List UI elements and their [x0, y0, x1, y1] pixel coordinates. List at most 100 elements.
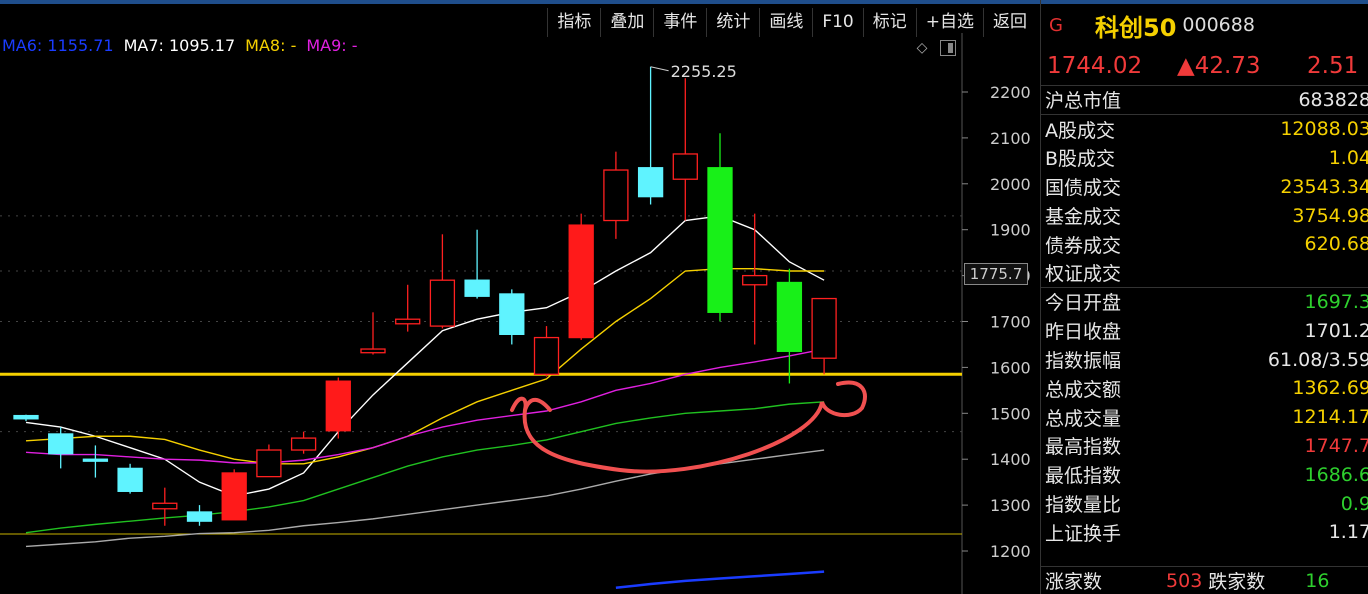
candle-body — [256, 449, 282, 478]
y-tick-label: 1900 — [990, 221, 1031, 240]
stat-row: 最低指数 1686.6 — [1041, 460, 1368, 489]
ma-line-white-short — [25, 215, 825, 497]
y-tick-label: 1200 — [990, 542, 1031, 561]
y-tick-label: 1400 — [990, 450, 1031, 469]
market-marker: G — [1049, 14, 1063, 36]
up-count-label: 涨家数 — [1045, 571, 1103, 593]
stat-label: 总成交量 — [1045, 407, 1122, 430]
candle-body — [603, 169, 629, 222]
kline-chart-area[interactable]: 1200130014001500160017001800190020002100… — [0, 0, 1040, 594]
y-tick-label: 1500 — [990, 404, 1031, 423]
stat-row: 总成交量 1214.17 — [1041, 403, 1368, 432]
index-code: 000688 — [1182, 14, 1255, 36]
candle-body — [499, 293, 525, 336]
candle-body — [186, 511, 213, 522]
chart-topbar: 指标 叠加 事件 统计 画线 F10 标记 +自选 返回 — [0, 0, 1040, 37]
toolbar-button[interactable]: 指标 — [547, 8, 600, 37]
toolbar-button[interactable]: F10 — [812, 8, 862, 37]
stat-row: 权证成交 — [1041, 259, 1368, 288]
candle-body — [48, 433, 74, 455]
stat-label: 指数量比 — [1045, 494, 1122, 517]
diamond-icon[interactable]: ◇ — [914, 40, 930, 56]
stat-row: B股成交 1.04 — [1041, 144, 1368, 173]
stat-value: 1701.2 — [1304, 319, 1368, 342]
candle-body — [82, 458, 109, 462]
index-price: 1744.02 — [1047, 52, 1143, 79]
candle-body — [464, 279, 490, 297]
stat-label: A股成交 — [1045, 119, 1115, 142]
candle-body — [13, 414, 39, 420]
candle-body — [152, 502, 178, 510]
y-tick-label: 2200 — [990, 83, 1031, 102]
index-change: ▲42.73 — [1177, 52, 1261, 79]
toolbar-button[interactable]: 事件 — [653, 8, 706, 37]
down-count-label: 跌家数 — [1208, 571, 1266, 593]
ma-line-blue — [615, 570, 825, 589]
candle-body — [811, 297, 837, 359]
stat-row: A股成交 12088.03 — [1041, 115, 1368, 144]
toolbar-button[interactable]: 统计 — [706, 8, 759, 37]
candle-body — [776, 281, 803, 352]
candle-body — [290, 437, 317, 451]
y-tick-label: 1300 — [990, 496, 1031, 515]
stat-row: 昨日收盘 1701.2 — [1041, 316, 1368, 345]
stats-list: 沪总市值 683828 A股成交 12088.03 B股成交 1.04 国债成交 23543.… — [1041, 86, 1368, 547]
market-breadth: 涨家数 503 跌家数 16 — [1041, 566, 1368, 594]
stat-label: 总成交额 — [1045, 378, 1122, 401]
toolbar-button[interactable]: 叠加 — [600, 8, 653, 37]
peak-arrow — [650, 66, 669, 72]
stat-value: 23543.34 — [1280, 175, 1368, 198]
stat-row: 基金成交 3754.98 — [1041, 201, 1368, 230]
hand-drawn-annotation — [510, 380, 867, 474]
ma-line-magenta — [25, 348, 825, 464]
kline-chart[interactable]: 1200130014001500160017001800190020002100… — [0, 0, 1040, 594]
index-change-pct: 2.51 — [1307, 52, 1359, 79]
ma-legend-item: MA9: - — [306, 36, 358, 55]
stat-value: 1.17 — [1328, 521, 1368, 544]
stat-row: 总成交额 1362.69 — [1041, 374, 1368, 403]
y-tick-label: 1600 — [990, 358, 1031, 377]
candle-body — [742, 274, 768, 286]
current-price-tag: 1775.7 — [964, 263, 1028, 285]
candle-body — [533, 336, 560, 375]
stat-label: 最低指数 — [1045, 465, 1122, 488]
stat-row: 指数量比 0.9 — [1041, 489, 1368, 518]
quote-row: 1744.02 ▲42.73 2.51 — [1041, 46, 1368, 86]
stat-label: 债券成交 — [1045, 234, 1122, 257]
peak-label: 2255.25 — [671, 62, 737, 81]
candle-body — [637, 167, 664, 198]
stat-label: B股成交 — [1045, 148, 1116, 171]
panel-toggle-icon[interactable] — [940, 40, 956, 56]
down-count-value: 16 — [1305, 569, 1330, 592]
y-tick-label: 1700 — [990, 313, 1031, 332]
toolbar-button[interactable]: 返回 — [983, 8, 1036, 37]
quote-panel: G 科创50 000688 1744.02 ▲42.73 2.51 沪总市值 68… — [1040, 0, 1368, 594]
stat-value: 0.9 — [1340, 492, 1368, 515]
stat-row: 最高指数 1747.7 — [1041, 432, 1368, 461]
ma-legend: MA6: 1155.71 MA7: 1095.17 MA8: - MA9: - — [2, 36, 358, 55]
stat-row: 今日开盘 1697.3 — [1041, 288, 1368, 317]
toolbar-button[interactable]: 标记 — [862, 8, 916, 37]
ma-legend-item: MA7: 1095.17 — [123, 36, 236, 55]
index-name: 科创50 — [1095, 13, 1177, 42]
candle-body — [117, 467, 143, 492]
stat-value: 1697.3 — [1304, 290, 1368, 313]
toolbar-button[interactable]: +自选 — [915, 8, 983, 37]
stat-row: 指数振幅 61.08/3.59 — [1041, 345, 1368, 374]
stat-label: 上证换手 — [1045, 522, 1122, 545]
y-tick-label: 2000 — [990, 175, 1031, 194]
candle-body — [568, 224, 594, 339]
ma-legend-item: MA6: 1155.71 — [2, 36, 114, 55]
stat-value: 1686.6 — [1304, 463, 1368, 486]
stat-label: 权证成交 — [1045, 263, 1122, 286]
candle-body — [221, 472, 247, 521]
stat-row: 国债成交 23543.34 — [1041, 172, 1368, 201]
y-tick-label: 2100 — [990, 129, 1031, 148]
up-count-value: 503 — [1166, 569, 1203, 592]
ma-legend-item: MA8: - — [245, 36, 297, 55]
candle-body — [672, 153, 698, 180]
stat-label: 沪总市值 — [1045, 90, 1122, 113]
stat-label: 国债成交 — [1045, 177, 1122, 200]
stat-value: 3754.98 — [1292, 204, 1368, 227]
toolbar-button[interactable]: 画线 — [759, 8, 812, 37]
